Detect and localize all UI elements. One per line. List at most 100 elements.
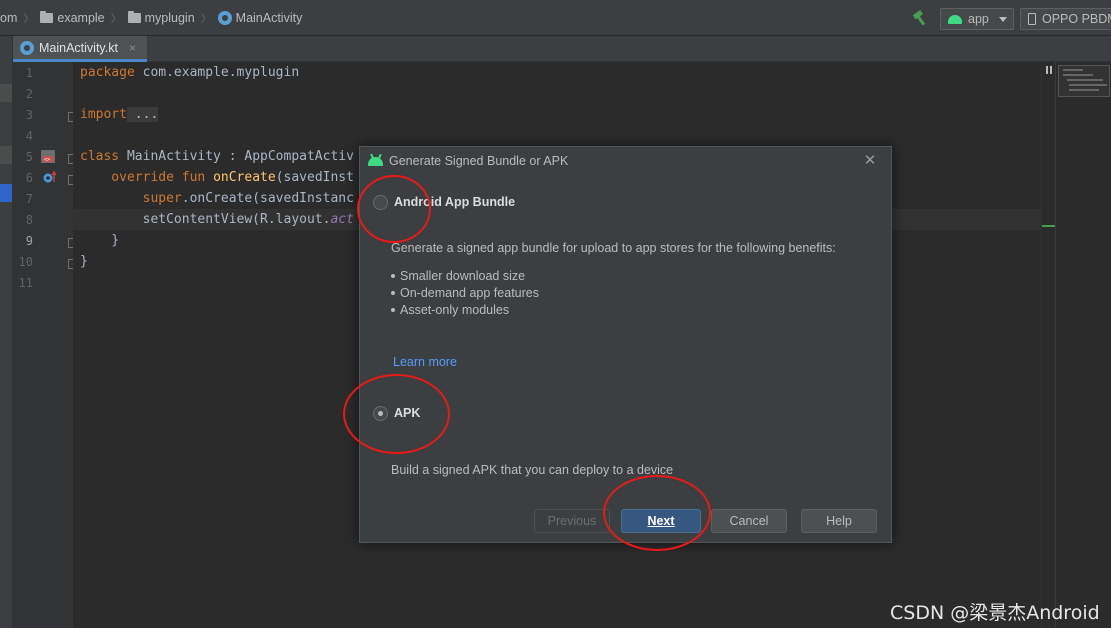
code-line: package com.example.myplugin: [80, 65, 299, 80]
svg-text:<>: <>: [44, 157, 50, 163]
chevron-down-icon: [998, 16, 1007, 22]
line-number: 8: [25, 213, 33, 227]
watermark: CSDN @梁景杰Android: [890, 602, 1100, 624]
android-icon: [948, 14, 962, 24]
device-label: OPPO PBDM: [1042, 12, 1111, 26]
breadcrumb-item-com[interactable]: om: [0, 11, 17, 25]
help-button-label: Help: [826, 514, 852, 528]
ide-window: om 〉 example 〉 myplugin 〉 MainActivity a…: [0, 0, 1111, 628]
breadcrumb-label: example: [57, 11, 105, 25]
tool-window-button[interactable]: [0, 84, 12, 102]
code-line: super.onCreate(savedInstanc: [80, 191, 354, 206]
apk-description: Build a signed APK that you can deploy t…: [391, 463, 674, 477]
code-token: com.example.myplugin: [134, 65, 300, 80]
code-line: class MainActivity : AppCompatActiv: [80, 149, 354, 164]
change-marker: [1042, 225, 1056, 227]
list-item-label: On-demand app features: [400, 285, 539, 300]
minimap-viewport[interactable]: [1058, 65, 1110, 97]
run-configuration-dropdown[interactable]: app: [940, 8, 1014, 30]
line-number: 5: [25, 150, 33, 164]
cancel-button[interactable]: Cancel: [711, 509, 787, 533]
breadcrumb-separator-icon: 〉: [23, 13, 35, 25]
code-token: .onCreate(savedInstanc: [181, 191, 354, 206]
cancel-button-label: Cancel: [729, 514, 769, 528]
list-item-label: Asset-only modules: [400, 302, 510, 317]
code-token: (savedInst: [275, 170, 354, 185]
next-button[interactable]: Next: [621, 509, 701, 533]
previous-button-label: Previous: [547, 514, 597, 528]
list-item: Smaller download size: [391, 267, 539, 284]
breadcrumb-label: myplugin: [144, 11, 195, 25]
folder-icon: [127, 11, 141, 23]
apk-label[interactable]: APK: [394, 406, 420, 420]
folded-import-token[interactable]: ...: [126, 107, 159, 122]
minimap-line: [1069, 84, 1107, 86]
line-number: 4: [25, 129, 33, 143]
editor-scrollbar[interactable]: [1041, 62, 1055, 628]
tab-mainactivity[interactable]: MainActivity.kt ×: [13, 36, 147, 62]
help-button[interactable]: Help: [801, 509, 877, 533]
bullet-icon: [391, 307, 395, 312]
bundle-description: Generate a signed app bundle for upload …: [391, 241, 836, 255]
kotlin-class-icon: [217, 11, 232, 25]
code-token: MainActivity : AppCompatActiv: [119, 149, 354, 164]
pause-icon[interactable]: [1045, 66, 1053, 74]
minimap-line: [1063, 69, 1083, 71]
bundle-benefits-list: Smaller download size On-demand app feat…: [391, 267, 539, 318]
navigation-bar: om 〉 example 〉 myplugin 〉 MainActivity a…: [0, 0, 1111, 36]
line-number: 3: [25, 108, 33, 122]
line-number: 11: [18, 276, 33, 290]
left-tool-strip: [0, 36, 13, 628]
minimap[interactable]: [1055, 62, 1111, 628]
line-number: 1: [25, 66, 33, 80]
line-number: 6: [25, 171, 33, 185]
layout-xml-icon[interactable]: <>: [40, 149, 56, 164]
code-token: }: [80, 254, 88, 269]
breadcrumb-item-example[interactable]: example: [40, 11, 105, 25]
keyword-token: class: [80, 149, 120, 164]
line-number: 9: [25, 234, 33, 248]
minimap-line: [1069, 89, 1099, 91]
bullet-icon: [391, 290, 395, 295]
breadcrumb-item-myplugin[interactable]: myplugin: [127, 11, 195, 25]
code-token: }: [80, 233, 120, 248]
breadcrumb: om 〉 example 〉 myplugin 〉 MainActivity: [0, 0, 308, 36]
device-selector-dropdown[interactable]: OPPO PBDM: [1020, 8, 1111, 30]
previous-button[interactable]: Previous: [534, 509, 610, 533]
editor-gutter: 1 2 3 4 5 6 7 8 9 10 11 <>: [13, 62, 77, 628]
dialog-title-bar[interactable]: Generate Signed Bundle or APK: [360, 147, 891, 175]
line-number: 10: [18, 255, 33, 269]
line-number: 2: [25, 87, 33, 101]
code-line: override fun onCreate(savedInst: [80, 170, 354, 185]
function-token: onCreate: [213, 170, 276, 185]
next-button-label: Next: [647, 514, 675, 528]
keyword-token: super: [80, 191, 182, 206]
keyword-token: override fun: [80, 170, 214, 185]
keyword-token: import: [80, 107, 127, 122]
code-token: setContentView(R.layout.: [80, 212, 331, 227]
list-item-label: Smaller download size: [400, 268, 526, 283]
breadcrumb-label: MainActivity: [235, 11, 303, 25]
learn-more-link[interactable]: Learn more: [393, 355, 457, 369]
keyword-token: package: [80, 65, 135, 80]
minimap-line: [1067, 79, 1103, 81]
list-item: On-demand app features: [391, 284, 539, 301]
close-icon[interactable]: ✕: [862, 152, 878, 168]
close-tab-icon[interactable]: ×: [129, 41, 136, 55]
apk-radio[interactable]: [373, 406, 388, 421]
editor-tab-bar: MainActivity.kt ×: [13, 36, 1111, 62]
breadcrumb-item-mainactivity[interactable]: MainActivity: [217, 11, 303, 25]
tool-window-button[interactable]: [0, 146, 12, 164]
android-icon: [368, 156, 383, 166]
code-line: }: [80, 233, 119, 248]
field-token: act: [330, 212, 354, 227]
tool-window-button-active[interactable]: [0, 184, 12, 202]
build-hammer-icon[interactable]: [911, 10, 929, 26]
generate-signed-bundle-dialog: Generate Signed Bundle or APK ✕ Android …: [359, 146, 892, 543]
override-marker-icon[interactable]: [42, 170, 58, 184]
code-line: }: [80, 254, 88, 269]
android-app-bundle-label[interactable]: Android App Bundle: [394, 195, 515, 209]
breadcrumb-separator-icon: 〉: [110, 13, 122, 25]
android-app-bundle-radio[interactable]: [373, 195, 388, 210]
minimap-line: [1063, 74, 1093, 76]
